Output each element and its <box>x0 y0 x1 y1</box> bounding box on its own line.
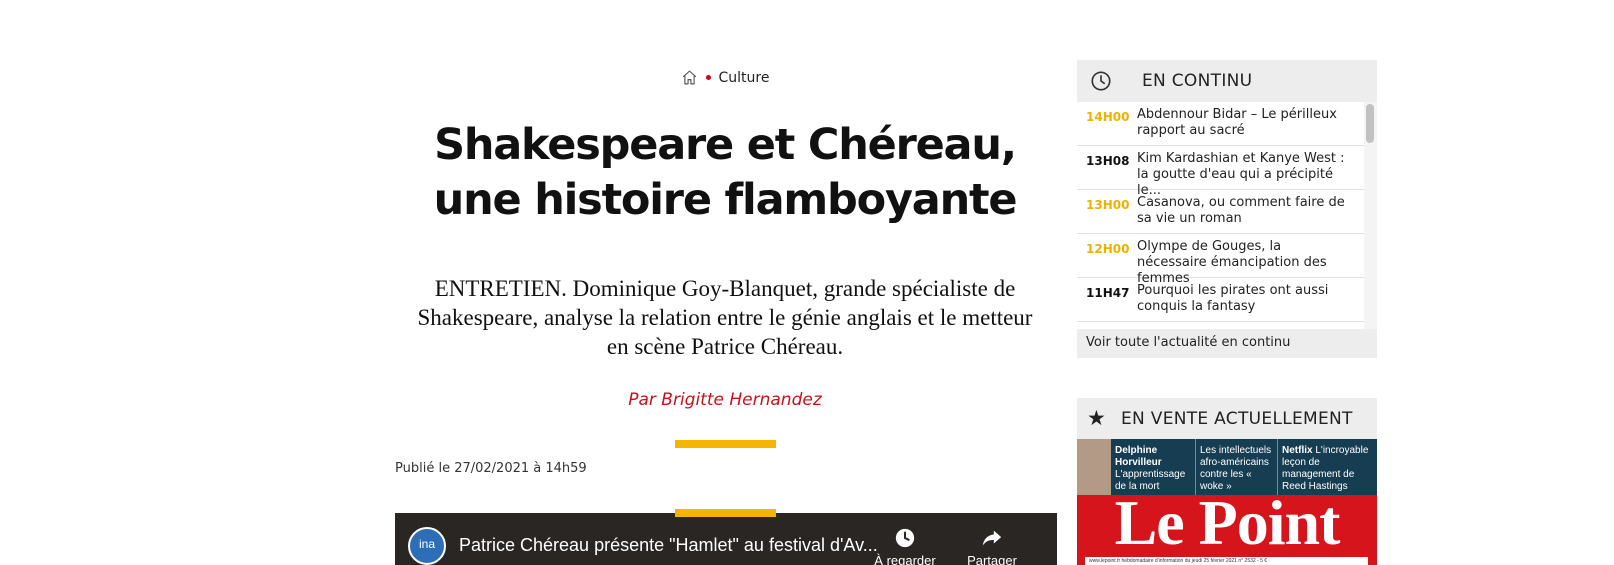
article-author[interactable]: Par Brigitte Hernandez <box>395 390 1055 410</box>
share-button[interactable]: Partager <box>957 527 1027 565</box>
article-title: Shakespeare et Chéreau, une histoire fla… <box>433 120 1018 225</box>
live-news-item[interactable]: 13H00 Casanova, ou comment faire de sa v… <box>1077 190 1364 234</box>
live-news-scrollbar[interactable] <box>1364 102 1377 329</box>
live-news-time: 14H00 <box>1086 110 1130 124</box>
watch-later-label: À regarder <box>874 553 936 565</box>
live-news-headline[interactable]: Olympe de Gouges, la nécessaire émancipa… <box>1137 239 1352 286</box>
breadcrumb-separator <box>705 75 711 80</box>
live-news-item[interactable]: 11H47 Pourquoi les pirates ont aussi con… <box>1077 278 1364 322</box>
video-divider <box>675 509 776 517</box>
cover-portrait <box>1077 439 1111 495</box>
ina-logo[interactable]: ina <box>408 527 446 565</box>
live-news-item[interactable]: 14H00 Abdennour Bidar – Le périlleux rap… <box>1077 102 1364 146</box>
cover-strip: www.lepoint.fr hebdomadaire d'informatio… <box>1085 557 1368 565</box>
live-news-headline[interactable]: Abdennour Bidar – Le périlleux rapport a… <box>1137 107 1352 145</box>
live-news-time: 11H47 <box>1086 286 1130 300</box>
video-player[interactable]: ina Patrice Chéreau présente "Hamlet" au… <box>395 513 1057 565</box>
home-icon[interactable] <box>681 69 698 86</box>
live-news-headline[interactable]: Casanova, ou comment faire de sa vie un … <box>1137 195 1352 233</box>
magazine-cover[interactable]: Delphine Horvilleur L'apprentissage de l… <box>1077 439 1377 565</box>
clock-icon <box>1091 71 1111 91</box>
on-sale-header: ★ EN VENTE ACTUELLEMENT <box>1077 398 1377 439</box>
author-divider <box>675 440 776 448</box>
cover-teaser-3-name: Netflix <box>1282 445 1313 456</box>
live-news-list[interactable]: 14H00 Abdennour Bidar – Le périlleux rap… <box>1077 102 1364 329</box>
share-icon <box>982 530 1002 546</box>
article-standfirst: ENTRETIEN. Dominique Goy-Blanquet, grand… <box>417 276 1033 359</box>
live-news-all-link[interactable]: Voir toute l'actualité en continu <box>1086 335 1290 350</box>
live-news-headline[interactable]: Pourquoi les pirates ont aussi conquis l… <box>1137 283 1352 321</box>
live-news-widget: EN CONTINU 14H00 Abdennour Bidar – Le pé… <box>1077 60 1377 358</box>
live-news-time: 13H00 <box>1086 198 1130 212</box>
star-icon: ★ <box>1087 407 1106 430</box>
live-news-heading: EN CONTINU <box>1142 71 1253 91</box>
scrollbar-thumb[interactable] <box>1366 104 1374 143</box>
breadcrumb-section-link[interactable]: Culture <box>719 70 770 86</box>
cover-teaser-1-name: Delphine Horvilleur <box>1115 445 1162 468</box>
publication-date: Publié le 27/02/2021 à 14h59 <box>395 461 587 476</box>
live-news-header: EN CONTINU <box>1077 60 1377 102</box>
share-label: Partager <box>967 553 1017 565</box>
breadcrumb: Culture <box>395 69 1055 86</box>
video-title[interactable]: Patrice Chéreau présente "Hamlet" au fes… <box>459 535 878 556</box>
live-news-time: 13H08 <box>1086 154 1130 168</box>
le-point-logo: Le Point <box>1114 487 1341 558</box>
article-main: Culture Shakespeare et Chéreau, une hist… <box>395 0 1057 565</box>
magazine-on-sale-widget: ★ EN VENTE ACTUELLEMENT Delphine Horvill… <box>1077 398 1377 565</box>
live-news-time: 12H00 <box>1086 242 1130 256</box>
on-sale-heading: EN VENTE ACTUELLEMENT <box>1121 408 1353 429</box>
live-news-headline[interactable]: Kim Kardashian et Kanye West : la goutte… <box>1137 151 1352 198</box>
clock-icon <box>895 528 915 548</box>
live-news-item[interactable]: 12H00 Olympe de Gouges, la nécessaire ém… <box>1077 234 1364 286</box>
live-news-item[interactable]: 13H08 Kim Kardashian et Kanye West : la … <box>1077 146 1364 198</box>
watch-later-button[interactable]: À regarder <box>870 527 940 565</box>
